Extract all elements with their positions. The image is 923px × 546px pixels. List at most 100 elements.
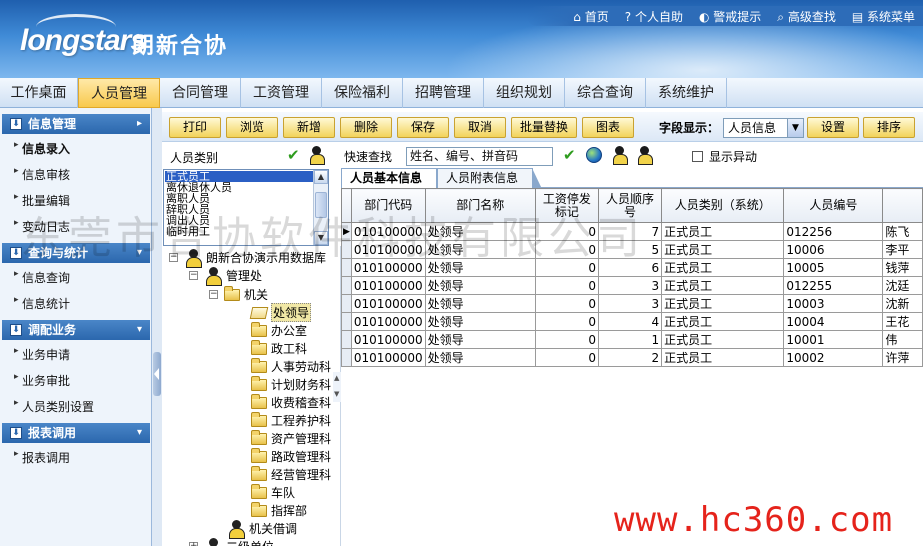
table-cell[interactable]: 010100000 [350,276,426,295]
sidebar-splitter[interactable] [152,108,162,546]
scroll-up-icon[interactable]: ▲ [314,170,328,184]
column-header[interactable]: 部门代码 [350,188,426,223]
tree-node[interactable]: 人事劳动科 [251,357,331,375]
field-display-select[interactable]: 人员信息 ▼ [723,118,804,138]
table-cell[interactable]: 处领导 [424,330,536,349]
menu-contract[interactable]: 合同管理 [160,78,241,108]
row-indicator[interactable] [341,348,352,367]
table-cell[interactable]: 正式员工 [661,240,785,259]
table-cell[interactable]: 正式员工 [661,312,785,331]
collapse-icon[interactable]: − [209,290,218,299]
table-cell[interactable]: 1 [597,330,663,349]
current-row-icon[interactable]: ▶ [341,222,352,241]
row-indicator[interactable] [341,330,352,349]
alert-link[interactable]: ◐ 警戒提示 [699,8,761,25]
listbox-scrollbar[interactable]: ▲ ▼ [313,170,328,245]
table-cell[interactable]: 010100000 [350,348,426,367]
table-cell[interactable]: 4 [597,312,663,331]
table-cell[interactable]: 010100000 [350,312,426,331]
save-button[interactable]: 保存 [397,117,449,138]
menu-query[interactable]: 综合查询 [565,78,646,108]
table-cell[interactable]: 7 [597,222,663,241]
sidebar-item-batch-edit[interactable]: 批量编辑 [14,192,70,209]
table-cell[interactable]: 10005 [783,258,884,277]
table-cell[interactable]: 3 [597,294,663,313]
table-cell[interactable]: 正式员工 [661,330,785,349]
check-icon[interactable]: ✔ [287,146,300,164]
print-button[interactable]: 打印 [169,117,221,138]
category-option[interactable]: 临时用工 [165,226,315,237]
table-row[interactable]: 010100000 处领导 0 5 正式员工 10006 李平 [341,240,923,259]
tree-node[interactable]: 机关借调 [227,520,297,539]
tree-node[interactable]: +二级单位 [189,538,274,546]
collapse-icon[interactable]: − [169,253,178,262]
table-cell[interactable]: 010100000 [350,258,426,277]
table-cell[interactable]: 伟 [882,330,923,349]
batch-replace-button[interactable]: 批量替换 [511,117,577,138]
tree-scroll-arrows[interactable]: ▲ ▼ [333,372,341,402]
tree-node[interactable]: 车队 [251,483,295,501]
table-cell[interactable]: 处领导 [424,258,536,277]
table-cell[interactable]: 010100000 [350,330,426,349]
sidebar-item-info-review[interactable]: 信息审核 [14,166,70,183]
table-cell[interactable]: 处领导 [424,222,536,241]
sidebar-item-info-query[interactable]: 信息查询 [14,269,70,286]
menu-system[interactable]: 系统维护 [646,78,727,108]
tree-node[interactable]: 办公室 [251,321,307,339]
sidebar-section-transfer[interactable]: ⬇ 调配业务 ▾ [2,320,150,340]
table-cell[interactable]: 3 [597,276,663,295]
table-cell[interactable]: 012256 [783,222,884,241]
tree-node[interactable]: 路政管理科 [251,447,331,465]
tree-node[interactable]: 指挥部 [251,501,307,519]
row-indicator[interactable] [341,294,352,313]
table-cell[interactable]: 5 [597,240,663,259]
delete-button[interactable]: 删除 [340,117,392,138]
menu-insurance[interactable]: 保险福利 [322,78,403,108]
system-menu-link[interactable]: ▤ 系统菜单 [852,8,915,25]
tree-node[interactable]: − 机关 [209,285,268,303]
arrow-down-icon[interactable]: ▼ [334,390,339,398]
person-icon[interactable] [309,146,325,165]
table-cell[interactable]: 正式员工 [661,222,785,241]
globe-icon[interactable] [586,147,602,163]
table-cell[interactable]: 6 [597,258,663,277]
menu-salary[interactable]: 工资管理 [241,78,322,108]
tree-node[interactable]: 政工科 [251,339,307,357]
column-header[interactable]: 人员编号 [783,188,884,223]
collapse-icon[interactable]: − [189,271,198,280]
column-header[interactable]: 人员类别（系统） [661,188,785,223]
tree-node-selected[interactable]: 处领导 [249,303,312,322]
table-cell[interactable]: 010100000 [350,240,426,259]
table-cell[interactable]: 沈廷 [882,276,923,295]
table-cell[interactable]: 10006 [783,240,884,259]
table-row[interactable]: 010100000 处领导 0 3 正式员工 10003 沈新 [341,294,923,313]
table-row[interactable]: 010100000 处领导 0 3 正式员工 012255 沈廷 [341,276,923,295]
table-cell[interactable]: 陈飞 [882,222,923,241]
table-cell[interactable]: 沈新 [882,294,923,313]
self-service-link[interactable]: ? 个人自助 [625,8,683,25]
tree-node[interactable]: 经营管理科 [251,465,331,483]
table-cell[interactable]: 0 [534,258,599,277]
table-row[interactable]: 010100000 处领导 0 4 正式员工 10004 王花 [341,312,923,331]
show-abnormal-checkbox[interactable] [692,151,703,162]
check-icon[interactable]: ✔ [563,146,576,164]
tab-attached-info[interactable]: 人员附表信息 [437,168,542,189]
table-cell[interactable]: 2 [597,348,663,367]
table-cell[interactable]: 李平 [882,240,923,259]
table-cell[interactable]: 010100000 [350,222,426,241]
row-indicator[interactable] [341,276,352,295]
table-cell[interactable]: 正式员工 [661,258,785,277]
people-icon[interactable] [637,146,653,165]
column-header[interactable]: 工资停发标记 [534,188,599,223]
sidebar-item-report[interactable]: 报表调用 [14,449,70,466]
sidebar-section-query[interactable]: ⬇ 查询与统计 ▾ [2,243,150,263]
sidebar-section-report[interactable]: ⬇ 报表调用 ▾ [2,423,150,443]
category-listbox[interactable]: 正式员工 离休退休人员 离职人员 辞职人员 调出人员 临时用工 ▲ ▼ [163,169,329,246]
column-header[interactable] [882,188,923,223]
column-header[interactable]: 人员顺序号 [597,188,663,223]
menu-workdesk[interactable]: 工作桌面 [0,78,78,108]
home-link[interactable]: ⌂ 首页 [573,8,608,25]
table-cell[interactable]: 10001 [783,330,884,349]
quick-search-input[interactable]: 姓名、编号、拼音码 [406,147,553,166]
advanced-search-link[interactable]: ⌕ 高级查找 [777,8,836,25]
